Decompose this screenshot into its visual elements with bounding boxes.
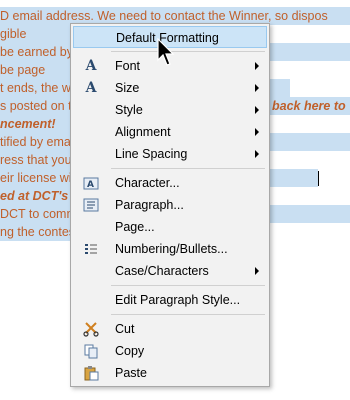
doc-line-start: s posted on th	[0, 99, 79, 113]
scissors-icon	[83, 321, 99, 337]
doc-line: be page	[0, 61, 72, 79]
chevron-right-icon	[255, 62, 259, 70]
menu-item-label: Copy	[115, 344, 145, 358]
menu-item-label: Style	[115, 103, 143, 117]
mouse-pointer-icon	[157, 37, 179, 68]
text-cursor	[318, 171, 319, 186]
menu-item-page[interactable]: Page...	[73, 216, 267, 238]
menu-separator	[111, 168, 265, 169]
menu-separator	[111, 314, 265, 315]
menu-item-character[interactable]: A Character...	[73, 172, 267, 194]
context-menu: Default Formatting A Font A Size Style A…	[70, 23, 270, 387]
chevron-right-icon	[255, 150, 259, 158]
menu-item-paste[interactable]: Paste	[73, 362, 267, 384]
menu-item-label: Page...	[115, 220, 155, 234]
doc-line-bold: back here to	[272, 99, 346, 113]
menu-item-copy[interactable]: Copy	[73, 340, 267, 362]
doc-line: ed at DCT's s	[0, 187, 72, 205]
doc-line: ng the contes	[0, 223, 72, 241]
menu-item-numbering-bullets[interactable]: Numbering/Bullets...	[73, 238, 267, 260]
menu-item-case-characters[interactable]: Case/Characters	[73, 260, 267, 282]
font-icon: A	[85, 58, 97, 74]
doc-line: ress that you	[0, 151, 72, 169]
svg-text:A: A	[87, 180, 94, 190]
chevron-right-icon	[255, 128, 259, 136]
menu-item-label: Cut	[115, 322, 135, 336]
menu-item-label: Size	[115, 81, 140, 95]
menu-item-paragraph[interactable]: Paragraph...	[73, 194, 267, 216]
menu-item-label: Font	[115, 59, 141, 73]
menu-item-label: Alignment	[115, 125, 171, 139]
menu-item-style[interactable]: Style	[73, 99, 267, 121]
menu-separator	[111, 51, 265, 52]
menu-item-label: Character...	[115, 176, 180, 190]
menu-item-label: Line Spacing	[115, 147, 188, 161]
character-icon: A	[83, 175, 99, 191]
menu-item-label: Edit Paragraph Style...	[115, 293, 241, 307]
paste-icon	[83, 365, 99, 381]
menu-item-line-spacing[interactable]: Line Spacing	[73, 143, 267, 165]
chevron-right-icon	[255, 267, 259, 275]
font-size-icon: A	[85, 80, 97, 96]
menu-separator	[111, 285, 265, 286]
numbering-icon	[83, 241, 99, 257]
menu-item-label: Paragraph...	[115, 198, 184, 212]
menu-item-cut[interactable]: Cut	[73, 318, 267, 340]
menu-item-edit-paragraph-style[interactable]: Edit Paragraph Style...	[73, 289, 267, 311]
menu-item-label: Numbering/Bullets...	[115, 242, 228, 256]
menu-item-label: Paste	[115, 366, 147, 380]
chevron-right-icon	[255, 106, 259, 114]
paragraph-icon	[83, 197, 99, 213]
menu-item-size[interactable]: A Size	[73, 77, 267, 99]
chevron-right-icon	[255, 84, 259, 92]
doc-line: gible	[0, 25, 72, 43]
doc-line: ncement!	[0, 115, 72, 133]
menu-item-alignment[interactable]: Alignment	[73, 121, 267, 143]
copy-icon	[83, 343, 99, 359]
menu-item-label: Case/Characters	[115, 264, 209, 278]
